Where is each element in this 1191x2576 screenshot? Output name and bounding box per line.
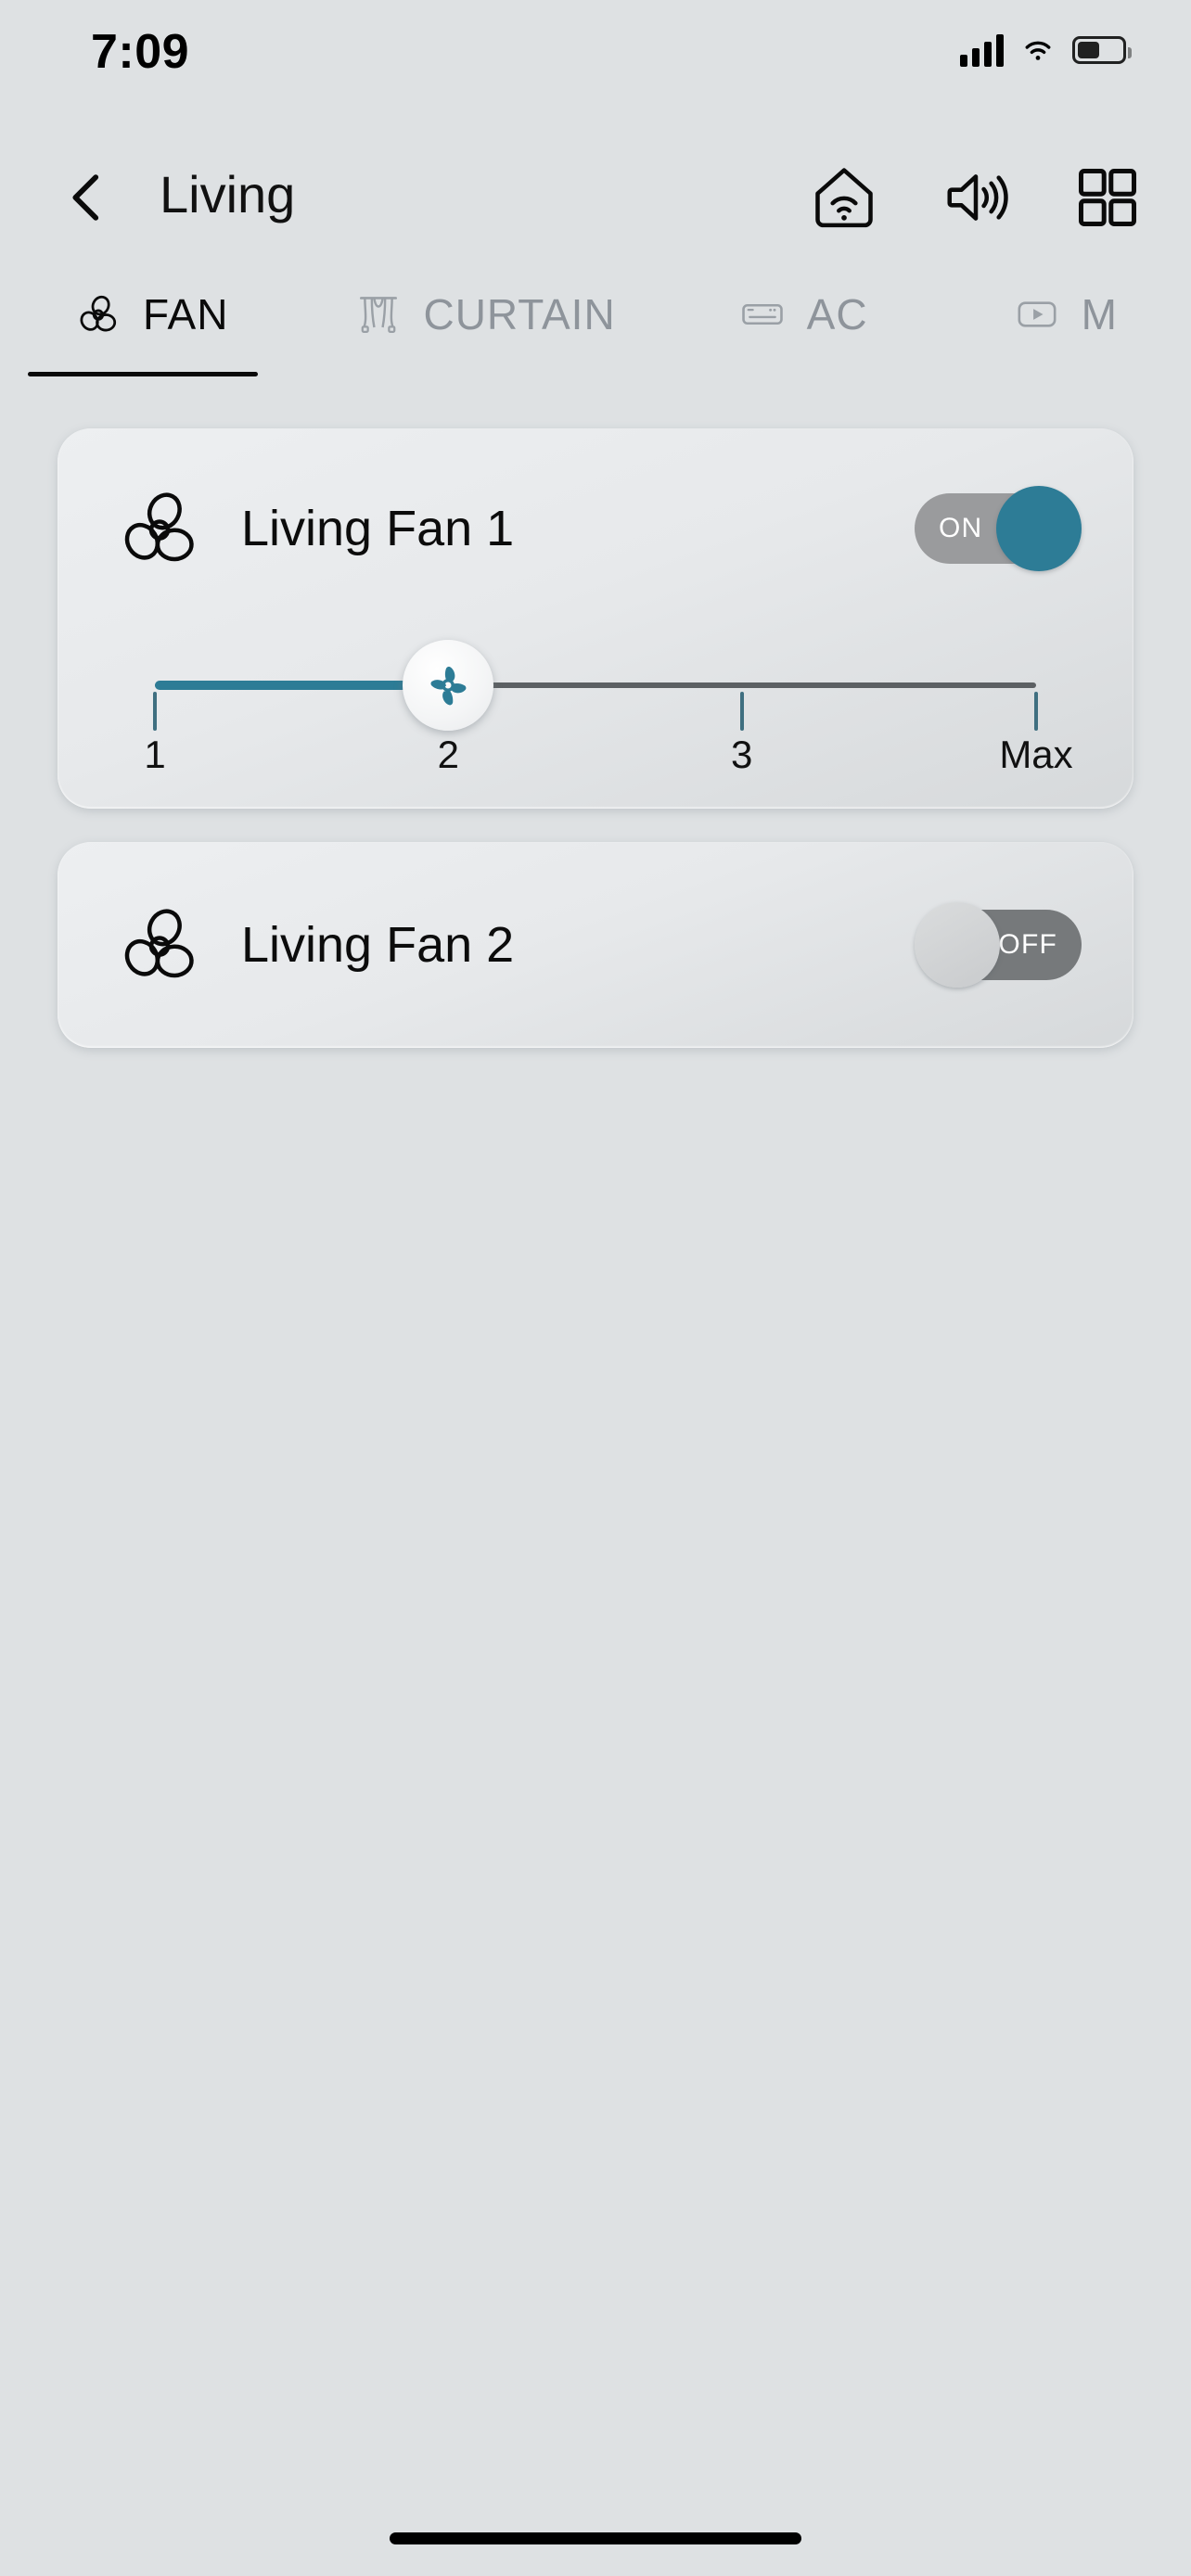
tab-active-underline bbox=[28, 372, 258, 376]
fan-blade-icon bbox=[430, 666, 467, 706]
chevron-left-icon bbox=[72, 174, 99, 221]
ac-unit-icon bbox=[741, 303, 783, 325]
grid-view-icon[interactable] bbox=[1072, 162, 1143, 233]
curtain-icon bbox=[360, 297, 398, 333]
toggle-knob bbox=[915, 902, 1000, 988]
slider-label-2: 2 bbox=[437, 733, 460, 776]
page-title: Living bbox=[160, 165, 296, 223]
tab-fan-label: FAN bbox=[143, 290, 229, 338]
device-card-header: Living Fan 2 OFF bbox=[58, 842, 1133, 1048]
speaker-volume-icon[interactable] bbox=[941, 162, 1011, 233]
slider-label-max: Max bbox=[999, 733, 1073, 776]
device-card-header: Living Fan 1 ON bbox=[58, 428, 1133, 629]
toggle-knob bbox=[996, 486, 1082, 571]
slider-tick-max bbox=[1034, 692, 1038, 731]
status-bar-indicators bbox=[960, 33, 1132, 67]
fan-icon bbox=[115, 900, 204, 989]
fan-icon bbox=[115, 484, 204, 573]
device-name: Living Fan 2 bbox=[241, 917, 515, 973]
power-toggle-fan-1[interactable]: ON bbox=[915, 486, 1082, 571]
slider-tick-1 bbox=[153, 692, 157, 731]
home-indicator[interactable] bbox=[390, 2532, 801, 2544]
media-play-icon bbox=[1018, 301, 1057, 327]
slider-tick-3 bbox=[739, 692, 744, 731]
slider-tick-labels: 1 2 3 Max bbox=[144, 733, 1072, 788]
fan-icon bbox=[80, 295, 117, 332]
home-wifi-icon[interactable] bbox=[809, 162, 879, 233]
cellular-bars-icon bbox=[960, 33, 1004, 67]
tab-fan[interactable]: FAN bbox=[28, 278, 258, 376]
device-card-fan-2: Living Fan 2 OFF bbox=[58, 842, 1133, 1048]
slider-label-1: 1 bbox=[144, 733, 166, 776]
tab-ac-label: AC bbox=[806, 290, 868, 338]
fan-speed-slider[interactable]: 1 2 3 Max bbox=[58, 629, 1133, 809]
wifi-icon bbox=[1025, 41, 1051, 60]
status-bar: 7:09 bbox=[0, 0, 1191, 122]
slider-label-3: 3 bbox=[731, 733, 753, 776]
tab-curtain-label: CURTAIN bbox=[423, 290, 616, 338]
tab-ac[interactable]: AC bbox=[735, 278, 868, 351]
tab-media-label: M bbox=[1081, 290, 1118, 338]
device-name: Living Fan 1 bbox=[241, 501, 515, 556]
tab-curtain[interactable]: CURTAIN bbox=[351, 278, 615, 351]
status-bar-time: 7:09 bbox=[91, 25, 190, 79]
device-card-fan-1: Living Fan 1 ON 1 2 3 Max bbox=[58, 428, 1133, 809]
toggle-state-label: ON bbox=[939, 513, 983, 543]
power-toggle-fan-2[interactable]: OFF bbox=[915, 902, 1082, 988]
toggle-state-label: OFF bbox=[998, 929, 1057, 960]
tab-media[interactable]: M bbox=[1009, 278, 1118, 351]
device-type-tabs: FAN CURTAIN AC M bbox=[0, 278, 1191, 380]
slider-rail[interactable] bbox=[153, 640, 1038, 731]
app-screen: 7:09 Living FAN CURTAIN AC M Living Fan … bbox=[0, 0, 1191, 2576]
nav-bar: Living bbox=[0, 153, 1191, 250]
battery-icon bbox=[1072, 36, 1132, 64]
slider-thumb[interactable] bbox=[403, 640, 494, 731]
nav-actions bbox=[809, 162, 1143, 233]
back-button[interactable] bbox=[54, 160, 119, 235]
